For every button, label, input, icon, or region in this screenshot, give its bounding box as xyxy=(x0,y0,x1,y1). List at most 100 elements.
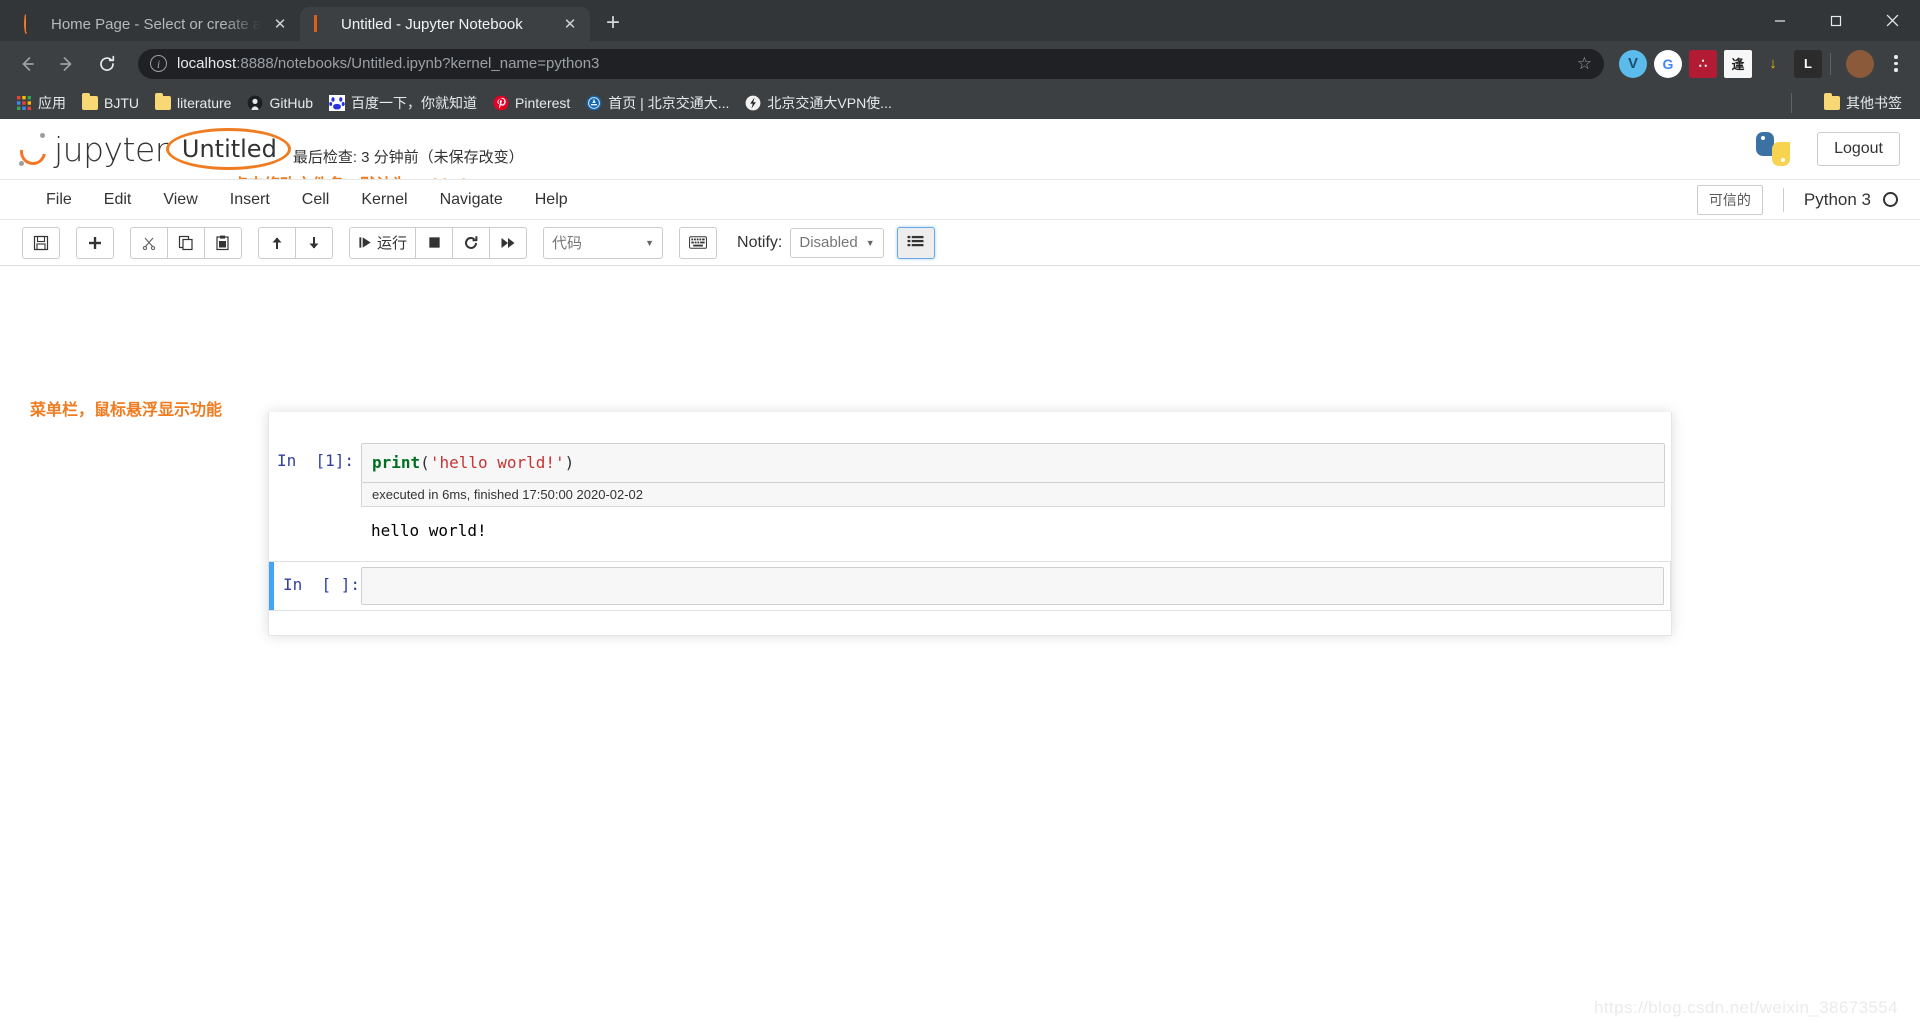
bookmarks-divider xyxy=(1791,92,1792,113)
address-bar[interactable]: i localhost:8888/notebooks/Untitled.ipyn… xyxy=(138,48,1604,79)
notebook-cell[interactable]: In [ ]: xyxy=(268,560,1671,611)
jupyter-spinner-icon xyxy=(24,13,42,34)
cell-execution-info: executed in 6ms, finished 17:50:00 2020-… xyxy=(361,482,1665,507)
menu-item-file[interactable]: File xyxy=(30,191,88,209)
cell-input-area xyxy=(361,566,1664,605)
v-extension-icon[interactable]: V xyxy=(1619,49,1647,78)
site-info-icon[interactable]: i xyxy=(150,55,167,72)
window-controls xyxy=(1752,0,1920,41)
cell-type-value: 代码 xyxy=(552,235,583,252)
forward-icon[interactable] xyxy=(50,47,84,81)
jupyter-notebook-page: jupyter Untitled 最后检查: 3 分钟前（未保存改变） Logo… xyxy=(0,119,1920,1030)
table-of-contents-button[interactable] xyxy=(896,226,935,259)
new-tab-button[interactable]: + xyxy=(598,8,628,38)
bookmark-label: 百度一下，你就知道 xyxy=(351,94,478,111)
google-translate-icon[interactable]: G xyxy=(1654,49,1682,78)
bookmark-literature[interactable]: literature xyxy=(147,92,239,114)
bookmark-baidu[interactable]: 百度一下，你就知道 xyxy=(321,90,485,116)
browser-tab-home-page[interactable]: Home Page - Select or create a ✕ xyxy=(10,7,300,41)
keyboard-icon xyxy=(689,236,707,249)
toolbar-group-clipboard xyxy=(130,226,242,259)
red-extension-icon[interactable]: ∴ xyxy=(1689,49,1717,78)
plus-icon: + xyxy=(605,9,620,36)
arrow-up-icon xyxy=(272,237,282,249)
trust-badge[interactable]: 可信的 xyxy=(1696,184,1763,215)
bookmark-bjtu-vpn[interactable]: 北京交通大VPN使... xyxy=(737,90,899,116)
cell-type-select[interactable]: 代码 ▼ xyxy=(543,226,664,259)
browser-toolbar: i localhost:8888/notebooks/Untitled.ipyn… xyxy=(0,41,1920,86)
menu-item-view[interactable]: View xyxy=(147,191,213,209)
logout-button[interactable]: Logout xyxy=(1817,132,1900,166)
seal-extension-icon[interactable]: 逢 xyxy=(1724,49,1752,78)
minimize-icon[interactable] xyxy=(1752,0,1808,41)
close-icon[interactable] xyxy=(1864,0,1920,41)
stop-square-icon xyxy=(428,237,440,248)
menu-item-help[interactable]: Help xyxy=(519,191,584,209)
idle-circle-icon[interactable] xyxy=(1883,192,1898,207)
notebook-cell[interactable]: In [1]: print('hello world!') executed i… xyxy=(269,438,1671,551)
kernel-indicator-name: Python 3 xyxy=(1803,189,1871,209)
back-icon[interactable] xyxy=(10,47,44,81)
command-palette-button[interactable] xyxy=(679,226,718,259)
code-input[interactable] xyxy=(361,566,1664,605)
download-helper-icon[interactable]: ↓ xyxy=(1759,49,1787,78)
restart-and-run-all-button[interactable] xyxy=(489,226,528,259)
close-icon[interactable]: ✕ xyxy=(560,14,580,34)
notebook-name-button[interactable]: Untitled xyxy=(165,128,291,170)
insert-cell-below-button[interactable] xyxy=(76,226,114,259)
save-button[interactable] xyxy=(22,226,60,259)
folder-icon xyxy=(82,92,98,110)
menu-item-navigate[interactable]: Navigate xyxy=(424,191,519,209)
run-icon xyxy=(359,237,371,248)
notify-select[interactable]: Disabled ▼ xyxy=(790,227,884,258)
bookmark-pinterest[interactable]: Pinterest xyxy=(485,92,578,114)
cell-output: hello world! xyxy=(371,520,487,540)
chrome-menu-icon[interactable] xyxy=(1882,50,1910,78)
bookmark-label: BJTU xyxy=(104,94,139,111)
toolbar-group-save xyxy=(22,226,60,259)
menu-item-cell[interactable]: Cell xyxy=(286,191,346,209)
bookmark-apps[interactable]: 应用 xyxy=(8,90,74,116)
move-cell-down-button[interactable] xyxy=(295,226,333,259)
cell-input-area: print('hello world!') executed in 6ms, f… xyxy=(361,443,1665,546)
move-cell-up-button[interactable] xyxy=(258,226,296,259)
reload-icon[interactable] xyxy=(90,47,124,81)
bookmark-github[interactable]: GitHub xyxy=(239,92,321,114)
bjtu-icon xyxy=(586,95,602,110)
copy-cell-button[interactable] xyxy=(167,226,205,259)
bookmark-label: Pinterest xyxy=(515,94,571,111)
profile-avatar[interactable] xyxy=(1846,49,1874,78)
notify-value: Disabled xyxy=(799,234,858,251)
browser-tab-untitled-notebook[interactable]: Untitled - Jupyter Notebook ✕ xyxy=(300,7,590,41)
annotation-toolbar-hint: 菜单栏，鼠标悬浮显示功能 xyxy=(30,402,223,419)
python-logo xyxy=(1755,131,1791,167)
jupyter-header-right: Logout xyxy=(1755,119,1900,179)
close-icon[interactable]: ✕ xyxy=(270,14,290,34)
bookmark-bjtu[interactable]: BJTU xyxy=(74,92,147,114)
run-cell-button[interactable]: 运行 xyxy=(349,226,417,259)
baidu-icon xyxy=(329,94,346,111)
tab-title: Untitled - Jupyter Notebook xyxy=(341,15,523,33)
code-token: 'hello world!' xyxy=(429,453,565,472)
jupyter-brand-text[interactable]: jupyter xyxy=(54,130,168,169)
bookmark-bjtu-home[interactable]: 首页 | 北京交通大... xyxy=(578,90,737,116)
interrupt-kernel-button[interactable] xyxy=(415,226,454,259)
apps-grid-icon xyxy=(17,95,31,110)
jupyter-logo-icon[interactable] xyxy=(14,132,52,171)
menu-item-edit[interactable]: Edit xyxy=(88,191,148,209)
restart-kernel-button[interactable] xyxy=(452,226,491,259)
other-bookmarks-label: 其他书签 xyxy=(1846,94,1902,111)
bookmark-label: GitHub xyxy=(269,94,314,111)
bookmark-label: 首页 | 北京交通大... xyxy=(608,94,730,111)
cut-cell-button[interactable] xyxy=(130,226,168,259)
bookmark-star-icon[interactable]: ☆ xyxy=(1577,54,1592,74)
menu-item-insert[interactable]: Insert xyxy=(214,191,286,209)
menu-item-kernel[interactable]: Kernel xyxy=(345,191,423,209)
maximize-icon[interactable] xyxy=(1808,0,1864,41)
pinterest-icon xyxy=(493,95,509,110)
other-bookmarks-button[interactable]: 其他书签 xyxy=(1816,90,1910,116)
jupyter-menubar: File Edit View Insert Cell Kernel Naviga… xyxy=(0,179,1920,220)
paste-cell-button[interactable] xyxy=(204,226,242,259)
code-input[interactable]: print('hello world!') xyxy=(361,443,1665,483)
l-extension-icon[interactable]: L xyxy=(1794,49,1822,78)
